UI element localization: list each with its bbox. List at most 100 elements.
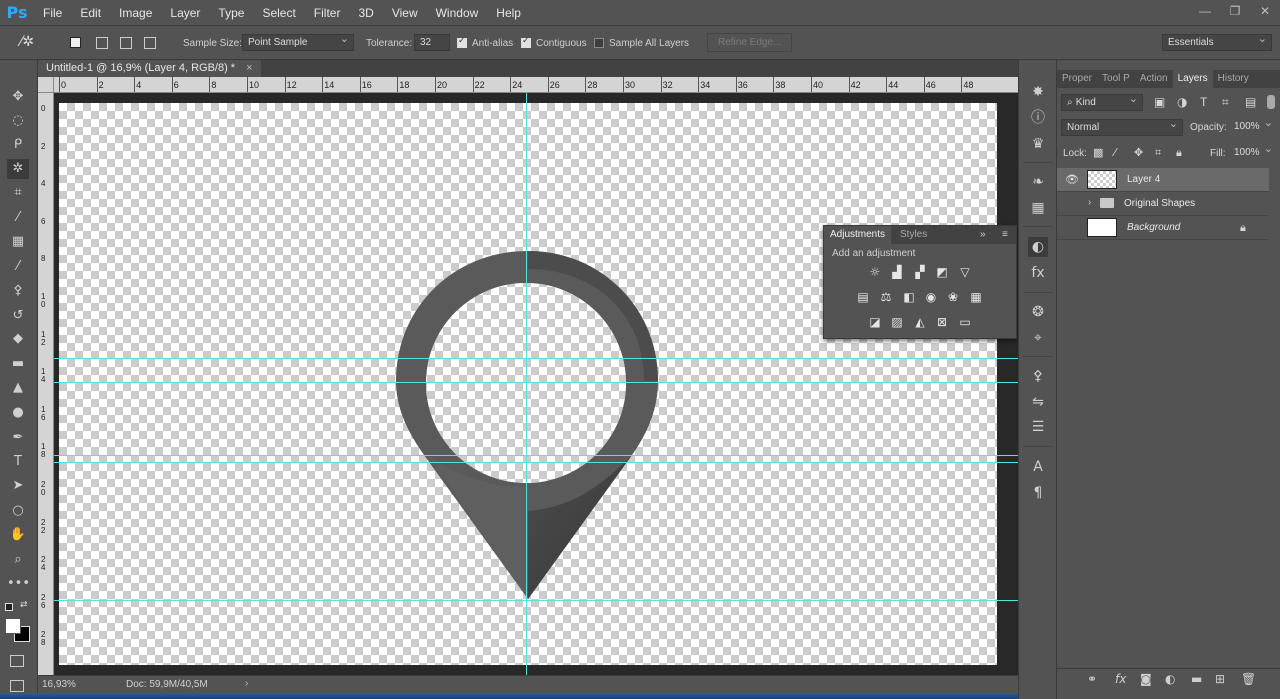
swatches-icon[interactable]: ▦: [1028, 198, 1048, 218]
lock-artboard-icon[interactable]: ⌗: [1155, 146, 1161, 160]
add-selection-icon[interactable]: [96, 37, 108, 49]
sample-size-select[interactable]: Point Sample: [242, 32, 354, 51]
path-selection-tool-icon[interactable]: ➤: [7, 476, 29, 496]
guide-horizontal[interactable]: [54, 455, 1018, 456]
history-brush-tool-icon[interactable]: ↺: [7, 306, 29, 326]
magic-wand-preset-icon[interactable]: ⁄✲: [20, 34, 48, 52]
guide-horizontal[interactable]: [54, 462, 1018, 463]
clone-stamp-tool-icon[interactable]: ⚴: [7, 281, 29, 301]
paragraph-icon[interactable]: ¶: [1028, 483, 1048, 503]
layer-row[interactable]: › Original Shapes: [1057, 192, 1269, 216]
tab-layers[interactable]: Layers: [1172, 70, 1213, 88]
menu-3d[interactable]: 3D: [349, 6, 382, 20]
crop-tool-icon[interactable]: ⌗: [7, 183, 29, 203]
lock-pixels-icon[interactable]: ⁄: [1114, 146, 1116, 159]
marquee-tool-icon[interactable]: ◌: [7, 111, 29, 131]
eraser-tool-icon[interactable]: ◆: [7, 329, 29, 349]
filter-shape-icon[interactable]: ⌗: [1222, 95, 1229, 110]
tolerance-input[interactable]: 32: [414, 34, 450, 51]
guide-vertical[interactable]: [526, 93, 527, 675]
ruler-corner[interactable]: [38, 77, 54, 93]
lock-transparent-icon[interactable]: ▩: [1093, 146, 1103, 159]
histogram-icon[interactable]: ♛: [1028, 134, 1048, 154]
menu-view[interactable]: View: [383, 6, 427, 20]
brush-icon[interactable]: ⇋: [1028, 392, 1048, 412]
channel-mixer-icon[interactable]: ❀: [945, 289, 961, 305]
refine-edge-button[interactable]: Refine Edge...: [707, 33, 793, 52]
black-white-icon[interactable]: ◧: [901, 289, 917, 305]
invert-icon[interactable]: ◪: [867, 314, 883, 330]
channels-icon[interactable]: ❂: [1028, 302, 1048, 322]
blend-mode-select[interactable]: Normal: [1061, 117, 1183, 136]
map-pin-shape[interactable]: [54, 93, 1018, 675]
default-colors-icon[interactable]: [5, 603, 13, 611]
panel-menu-icon[interactable]: ≡: [996, 226, 1014, 244]
color-balance-icon[interactable]: ⚖: [878, 289, 894, 305]
brush-tool-icon[interactable]: ⁄: [7, 257, 29, 277]
sample-all-layers-checkbox[interactable]: [594, 38, 604, 48]
styles-icon[interactable]: fx: [1028, 263, 1048, 283]
guide-horizontal[interactable]: [54, 358, 1018, 359]
menu-help[interactable]: Help: [487, 6, 530, 20]
move-tool-icon[interactable]: ✥: [7, 87, 29, 107]
layer-row[interactable]: Background 🔒︎: [1057, 216, 1269, 240]
subtract-selection-icon[interactable]: [120, 37, 132, 49]
screen-mode-icon[interactable]: [10, 680, 24, 692]
menu-window[interactable]: Window: [427, 6, 488, 20]
dodge-tool-icon[interactable]: ●: [7, 403, 29, 423]
opacity-input[interactable]: 100%: [1229, 116, 1277, 136]
document-tab[interactable]: Untitled-1 @ 16,9% (Layer 4, RGB/8) * ×: [38, 60, 261, 77]
menu-layer[interactable]: Layer: [161, 6, 209, 20]
foreground-color-swatch[interactable]: [5, 618, 21, 634]
delete-layer-icon[interactable]: 🗑︎: [1241, 672, 1256, 686]
lock-all-icon[interactable]: 🔒︎: [1176, 146, 1182, 160]
guide-horizontal[interactable]: [54, 600, 1018, 601]
eyedropper-tool-icon[interactable]: ⁄: [7, 208, 29, 228]
photo-filter-icon[interactable]: ◉: [923, 289, 939, 305]
canvas-area[interactable]: [54, 93, 1018, 675]
tab-adjustments[interactable]: Adjustments: [824, 226, 892, 244]
3d-icon[interactable]: ✸: [1028, 82, 1048, 102]
quick-mask-icon[interactable]: [10, 655, 24, 667]
layer-name[interactable]: Background: [1127, 222, 1180, 233]
horizontal-ruler[interactable]: 0 2 4 6 8 10 12 14 16 18 20 22 24 26 28 30 32 34 36 38 40 42 4…: [54, 77, 1018, 93]
visibility-eye-icon[interactable]: 👁︎: [1065, 173, 1079, 186]
brightness-contrast-icon[interactable]: ☼: [867, 264, 883, 280]
tab-styles[interactable]: Styles: [894, 226, 933, 244]
tab-history[interactable]: History: [1213, 70, 1254, 88]
restore-button[interactable]: ❐: [1220, 0, 1250, 22]
link-layers-icon[interactable]: ⚭: [1087, 672, 1097, 686]
hand-tool-icon[interactable]: ✋: [7, 525, 29, 545]
ellipse-tool-icon[interactable]: ○: [7, 501, 29, 521]
clone-source-icon[interactable]: ⚴: [1028, 366, 1048, 386]
threshold-icon[interactable]: ◭: [912, 314, 928, 330]
menu-select[interactable]: Select: [253, 6, 304, 20]
fill-input[interactable]: 100%: [1229, 142, 1277, 162]
zoom-level[interactable]: 16,93%: [42, 679, 76, 690]
menu-filter[interactable]: Filter: [305, 6, 350, 20]
guide-horizontal[interactable]: [54, 382, 1018, 383]
levels-icon[interactable]: ▟: [889, 264, 905, 280]
workspace-select[interactable]: Essentials: [1162, 32, 1272, 51]
blur-tool-icon[interactable]: ▲: [7, 378, 29, 398]
minimize-button[interactable]: —: [1190, 0, 1220, 22]
layer-name[interactable]: Original Shapes: [1124, 198, 1195, 209]
gradient-map-icon[interactable]: ▭: [957, 314, 973, 330]
selective-color-icon[interactable]: ⊠: [934, 314, 950, 330]
vibrance-icon[interactable]: ▽: [957, 264, 973, 280]
type-tool-icon[interactable]: T: [7, 452, 29, 472]
filter-smart-object-icon[interactable]: ▤: [1245, 95, 1256, 109]
gradient-tool-icon[interactable]: ▬: [7, 354, 29, 374]
pen-tool-icon[interactable]: ✒: [7, 428, 29, 448]
lock-position-icon[interactable]: ✥: [1134, 146, 1143, 159]
tab-properties[interactable]: Proper: [1057, 70, 1097, 88]
swap-colors-icon[interactable]: ⇄: [20, 600, 28, 610]
filter-adjustment-icon[interactable]: ◑: [1177, 95, 1187, 109]
filter-pixel-icon[interactable]: ▣: [1154, 95, 1165, 109]
character-icon[interactable]: A: [1028, 457, 1048, 477]
lasso-tool-icon[interactable]: ᑭ: [7, 135, 29, 155]
zoom-tool-icon[interactable]: ⌕: [7, 550, 29, 570]
tab-actions[interactable]: Action: [1135, 70, 1173, 88]
filter-type-icon[interactable]: T: [1200, 95, 1207, 109]
curves-icon[interactable]: ▞: [912, 264, 928, 280]
